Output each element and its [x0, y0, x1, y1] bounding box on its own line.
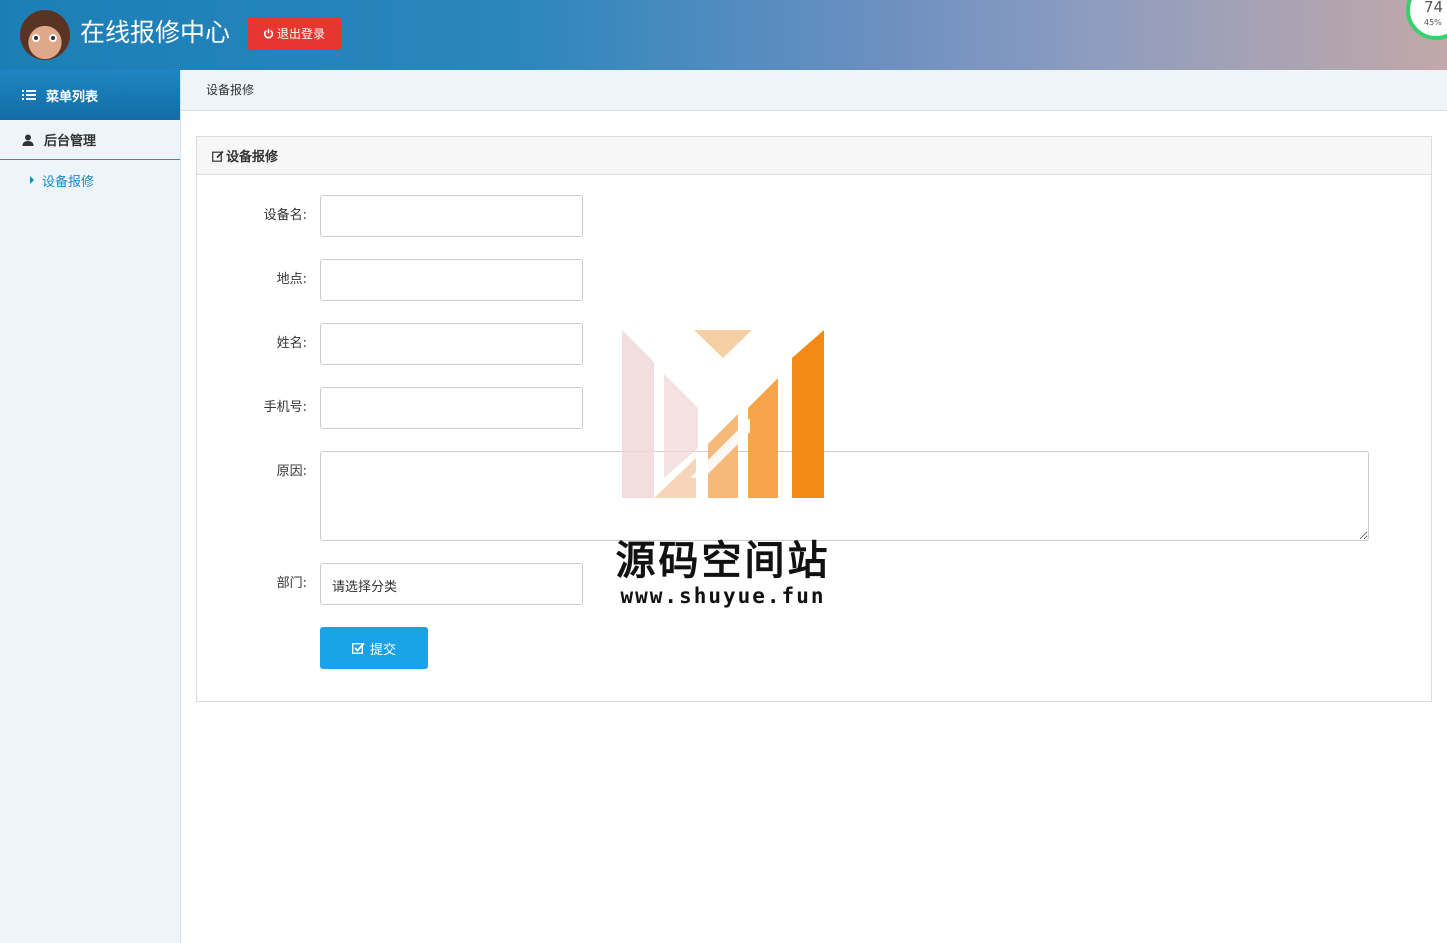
check-square-icon: [351, 642, 365, 654]
sidebar-heading-label: 菜单列表: [46, 89, 99, 105]
watermark-brand: 源码空间站: [615, 538, 831, 584]
name-label: 姓名:: [276, 336, 307, 351]
department-select[interactable]: 请选择分类: [320, 563, 583, 605]
location-label: 地点:: [276, 272, 307, 287]
app-title: 在线报修中心: [80, 18, 231, 47]
user-icon: [22, 134, 34, 146]
device-name-input[interactable]: [320, 195, 583, 237]
device-name-label: 设备名:: [263, 208, 307, 223]
top-header: 在线报修中心 退出登录 74 45%: [0, 0, 1447, 70]
reason-textarea[interactable]: [320, 451, 1369, 541]
sidebar-heading: 菜单列表: [0, 70, 180, 120]
submit-button[interactable]: 提交: [320, 627, 428, 669]
panel-header: 设备报修: [197, 137, 1431, 175]
sidebar-item-device-repair[interactable]: 设备报修: [0, 160, 180, 200]
power-icon: [263, 28, 274, 39]
watermark-logo: [622, 330, 824, 498]
submit-label: 提交: [369, 642, 396, 658]
phone-input[interactable]: [320, 387, 583, 429]
logout-button[interactable]: 退出登录: [247, 17, 341, 50]
location-input[interactable]: [320, 259, 583, 301]
sidebar-item-label: 设备报修: [42, 174, 95, 190]
department-label: 部门:: [276, 576, 307, 591]
department-selected-value: 请选择分类: [332, 580, 398, 595]
gauge-number: 74: [1424, 0, 1444, 16]
avatar: [20, 10, 70, 60]
phone-label: 手机号:: [263, 400, 307, 415]
panel-title: 设备报修: [226, 150, 279, 165]
sidebar-group-admin[interactable]: 后台管理: [0, 120, 180, 160]
sidebar-group-label: 后台管理: [44, 134, 97, 149]
edit-icon: [212, 150, 224, 162]
caret-right-icon: [30, 176, 34, 184]
list-icon: [22, 90, 36, 100]
gauge-percent: 45%: [1424, 18, 1442, 27]
sidebar: 菜单列表 后台管理 设备报修: [0, 70, 181, 943]
name-input[interactable]: [320, 323, 583, 365]
breadcrumb: 设备报修: [181, 70, 1447, 111]
logout-label: 退出登录: [276, 27, 325, 41]
reason-label: 原因:: [276, 464, 307, 479]
status-gauge: 74 45%: [1406, 0, 1447, 40]
watermark-url: www.shuyue.fun: [620, 584, 826, 608]
